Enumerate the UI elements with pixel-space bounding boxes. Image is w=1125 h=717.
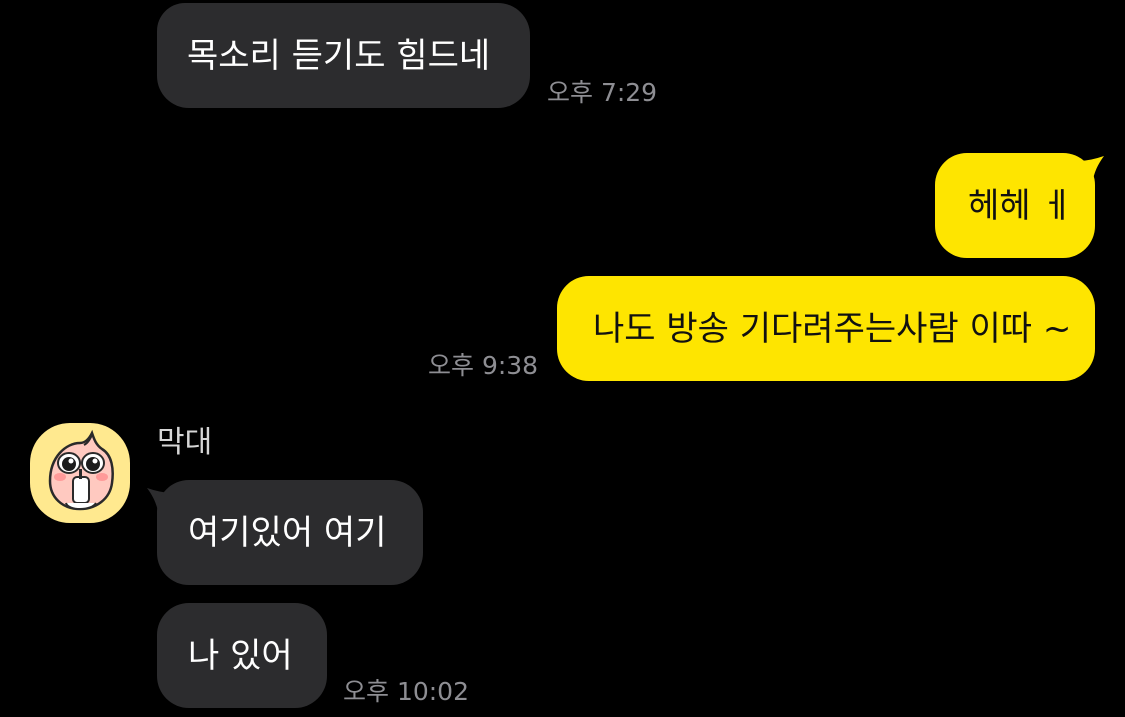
- incoming-message-bubble[interactable]: 목소리 듣기도 힘드네: [157, 3, 530, 108]
- outgoing-message-bubble[interactable]: 나도 방송 기다려주는사람 이따 ~: [557, 276, 1095, 381]
- message-timestamp: 오후 7:29: [547, 78, 658, 107]
- sender-name[interactable]: 막대: [157, 428, 212, 458]
- peach-character-avatar-icon[interactable]: [30, 423, 130, 523]
- outgoing-message-bubble[interactable]: 헤헤 ㅔ: [935, 153, 1095, 258]
- chat-message-list[interactable]: 목소리 듣기도 힘드네 오후 7:29 헤헤 ㅔ 나도 방송 기다려주는사람 이…: [0, 0, 1125, 717]
- message-text: 나도 방송 기다려주는사람 이따 ~: [593, 308, 1072, 349]
- incoming-message-bubble[interactable]: 여기있어 여기: [157, 480, 423, 585]
- message-timestamp: 오후 10:02: [343, 677, 469, 706]
- incoming-message-bubble[interactable]: 나 있어: [157, 603, 327, 708]
- message-text: 여기있어 여기: [188, 512, 387, 553]
- message-timestamp: 오후 9:38: [428, 351, 539, 380]
- message-text: 나 있어: [188, 635, 293, 676]
- message-text: 목소리 듣기도 힘드네: [187, 35, 491, 76]
- message-text: 헤헤 ㅔ: [968, 185, 1073, 226]
